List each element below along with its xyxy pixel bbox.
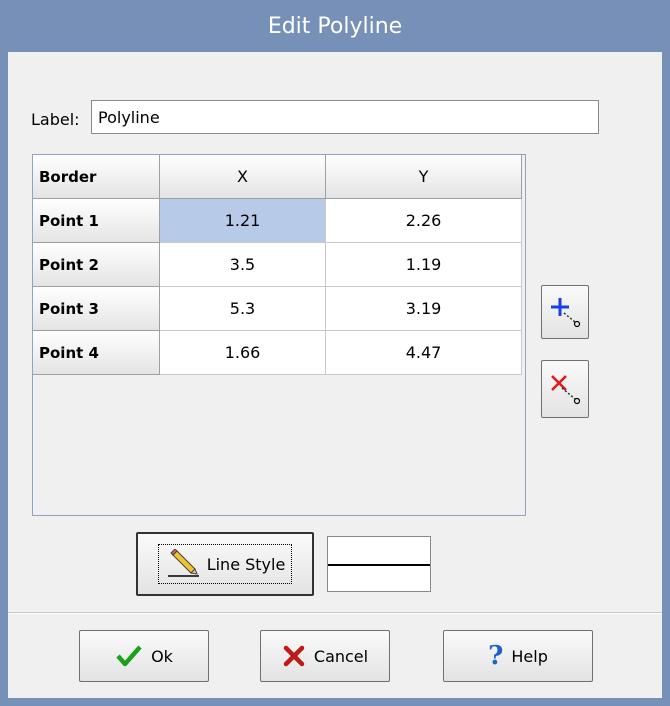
help-label: Help (511, 646, 548, 666)
label-input-value: Polyline (98, 107, 160, 127)
grid-cell-point-4-x[interactable]: 1.66 (160, 331, 326, 375)
grid-header-border: Border (33, 155, 160, 199)
grid-cell-point-4-y[interactable]: 4.47 (326, 331, 522, 375)
window-frame-bottom (0, 698, 670, 706)
cancel-x-icon (283, 645, 305, 667)
line-style-label: Line Style (206, 554, 286, 574)
grid-cell-point-1-y[interactable]: 2.26 (326, 199, 522, 243)
line-preview-stroke (328, 564, 430, 566)
label-input[interactable]: Polyline (91, 100, 599, 134)
grid-header-y[interactable]: Y (326, 155, 522, 199)
grid-cell-point-3-x[interactable]: 5.3 (160, 287, 326, 331)
delete-point-button[interactable] (541, 360, 589, 418)
window-frame-right (662, 52, 670, 706)
grid-cell-point-2-y[interactable]: 1.19 (326, 243, 522, 287)
line-style-preview (327, 536, 431, 592)
grid-row-header-point-2[interactable]: Point 2 (33, 243, 160, 287)
cancel-button[interactable]: Cancel (260, 630, 390, 682)
window-title-bar: Edit Polyline (0, 0, 670, 52)
grid-cell-point-1-x[interactable]: 1.21 (160, 199, 326, 243)
grid-cell-point-3-y[interactable]: 3.19 (326, 287, 522, 331)
grid-header-x[interactable]: X (160, 155, 326, 199)
delete-point-icon (551, 375, 581, 405)
help-button[interactable]: ? Help (443, 630, 593, 682)
cancel-label: Cancel (313, 646, 369, 666)
help-question-icon: ? (488, 641, 504, 671)
grid-cell-point-2-x[interactable]: 3.5 (160, 243, 326, 287)
label-field-caption: Label: (31, 110, 80, 129)
grid-row-header-point-1[interactable]: Point 1 (33, 199, 160, 243)
add-point-icon (551, 298, 581, 328)
add-point-button[interactable] (541, 285, 589, 339)
window-title: Edit Polyline (267, 13, 403, 39)
grid-row-header-point-4[interactable]: Point 4 (33, 331, 160, 375)
footer-separator-highlight (8, 613, 662, 614)
checkmark-icon (116, 645, 142, 667)
points-grid[interactable]: Border X Y Point 1 1.21 2.26 Point 2 3.5… (32, 154, 526, 516)
ok-button[interactable]: Ok (79, 630, 209, 682)
line-style-button[interactable]: Line Style (136, 532, 314, 596)
window-frame-left (0, 52, 8, 706)
ok-label: Ok (151, 646, 173, 666)
grid-row-header-point-3[interactable]: Point 3 (33, 287, 160, 331)
pencil-icon (167, 549, 199, 577)
